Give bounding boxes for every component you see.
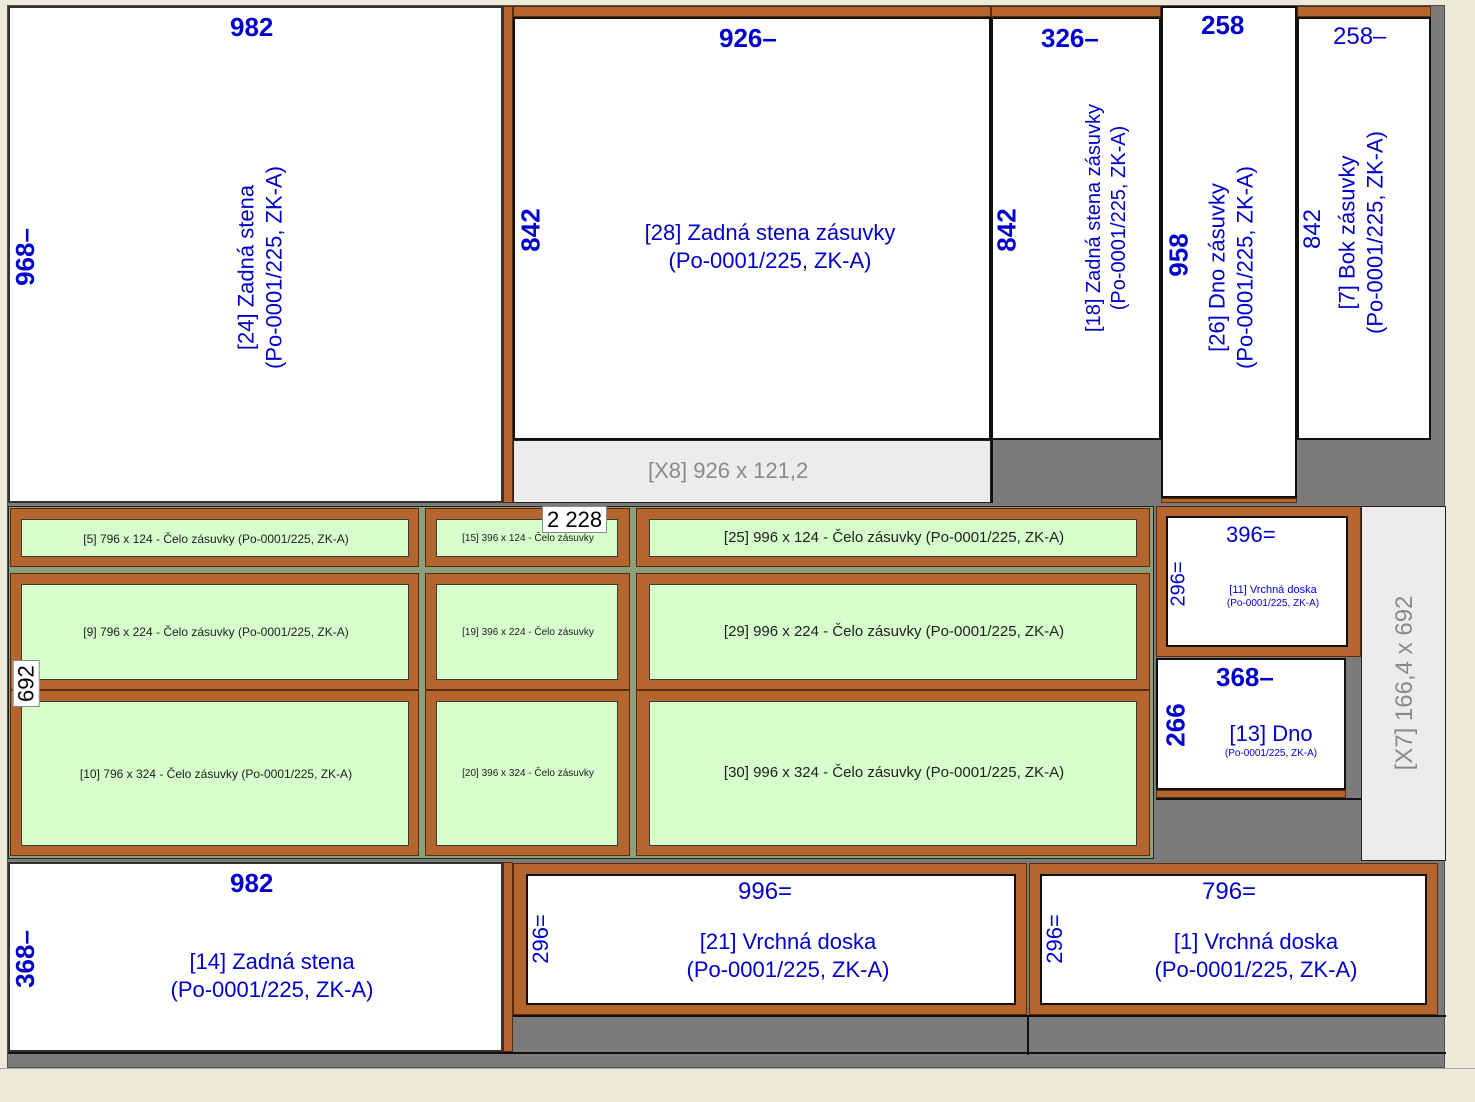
front-10[interactable]: [10] 796 x 324 - Čelo zásuvky (Po-0001/2… xyxy=(21,701,409,846)
part-24-title: [24] Zadná stena xyxy=(233,184,259,351)
part-18[interactable]: 326– 842 [18] Zadná stena zásuvky (Po-00… xyxy=(991,17,1161,440)
part-14-width-dim: 982 xyxy=(230,868,274,898)
part-21-material: (Po-0001/225, ZK-A) xyxy=(686,956,890,982)
fronts-height-tag: 692 xyxy=(12,660,41,708)
part-11-width-dim: 396= xyxy=(1226,522,1276,547)
front-25-label: [25] 996 x 124 - Čelo zásuvky (Po-0001/2… xyxy=(723,529,1065,546)
cut-line xyxy=(991,440,993,503)
part-28-title: [28] Zadná stena zásuvky xyxy=(644,220,896,245)
cut-line xyxy=(1156,798,1361,800)
part-13[interactable]: 368– 266 [13] Dno (Po-0001/225, ZK-A) xyxy=(1156,658,1346,790)
part-28[interactable]: 926– 842 [28] Zadná stena zásuvky (Po-00… xyxy=(513,17,991,440)
front-30[interactable]: [30] 996 x 324 - Čelo zásuvky (Po-0001/2… xyxy=(649,701,1137,846)
part-26-height-dim: 958 xyxy=(1163,233,1194,277)
part-13-width-dim: 368– xyxy=(1216,662,1274,692)
part-7-title: [7] Bok zásuvky xyxy=(1334,155,1360,310)
edge-band xyxy=(1297,6,1431,17)
part-13-label: [13] Dno (Po-0001/225, ZK-A) xyxy=(1196,720,1344,760)
front-20[interactable]: [20] 396 x 324 - Čelo zásuvky xyxy=(436,701,618,846)
part-28-material: (Po-0001/225, ZK-A) xyxy=(668,247,872,273)
part-1-width-dim: 796= xyxy=(1202,878,1257,905)
part-7-label: [7] Bok zásuvky (Po-0001/225, ZK-A) xyxy=(1334,83,1389,383)
part-7-height-dim: 842 xyxy=(1299,208,1327,250)
part-24-material: (Po-0001/225, ZK-A) xyxy=(261,166,286,369)
part-14-height-dim: 368– xyxy=(9,930,40,988)
cut-line xyxy=(513,1015,1446,1017)
part-11-title: [11] Vrchná doska xyxy=(1229,584,1317,596)
waste-x8: [X8] 926 x 121,2 xyxy=(513,440,991,503)
part-26-width-dim: 258 xyxy=(1201,10,1245,40)
part-24-width-dim: 982 xyxy=(230,12,274,42)
part-13-material: (Po-0001/225, ZK-A) xyxy=(1224,747,1318,759)
cut-line xyxy=(1027,1015,1029,1055)
fronts-width-tag: 2 228 xyxy=(542,506,608,534)
part-1[interactable]: 796= 296= [1] Vrchná doska (Po-0001/225,… xyxy=(1040,874,1427,1005)
waste-x7: [X7] 166,4 x 692 xyxy=(1361,506,1446,861)
edge-band xyxy=(991,6,1161,17)
front-19-label: [19] 396 x 224 - Čelo zásuvky xyxy=(462,627,594,638)
edge-band xyxy=(1156,790,1346,798)
part-21-width-dim: 996= xyxy=(738,878,793,905)
part-11[interactable]: 396= 296= [11] Vrchná doska (Po-0001/225… xyxy=(1166,516,1348,647)
front-19[interactable]: [19] 396 x 224 - Čelo zásuvky xyxy=(436,584,618,680)
cutting-sheet: 982 968– [24] Zadná stena (Po-0001/225, … xyxy=(7,5,1446,1068)
part-11-material: (Po-0001/225, ZK-A) xyxy=(1226,597,1320,609)
front-25[interactable]: [25] 996 x 124 - Čelo zásuvky (Po-0001/2… xyxy=(649,519,1137,557)
front-20-label: [20] 396 x 324 - Čelo zásuvky xyxy=(462,768,594,779)
part-14-title: [14] Zadná stena xyxy=(189,949,355,974)
front-9-label: [9] 796 x 224 - Čelo zásuvky (Po-0001/22… xyxy=(83,625,349,639)
part-24-label: [24] Zadná stena (Po-0001/225, ZK-A) xyxy=(233,118,288,418)
part-11-height-dim: 296= xyxy=(1167,561,1190,607)
part-18-height-dim: 842 xyxy=(991,208,1022,252)
part-7-material: (Po-0001/225, ZK-A) xyxy=(1362,131,1387,334)
front-5[interactable]: [5] 796 x 124 - Čelo zásuvky (Po-0001/22… xyxy=(21,519,409,557)
part-24[interactable]: 982 968– [24] Zadná stena (Po-0001/225, … xyxy=(8,6,503,503)
part-1-label: [1] Vrchná doska (Po-0001/225, ZK-A) xyxy=(1056,928,1425,983)
part-1-title: [1] Vrchná doska xyxy=(1173,929,1339,954)
front-5-label: [5] 796 x 124 - Čelo zásuvky (Po-0001/22… xyxy=(83,532,349,546)
front-15-label: [15] 396 x 124 - Čelo zásuvky xyxy=(462,533,594,544)
part-14-label: [14] Zadná stena (Po-0001/225, ZK-A) xyxy=(82,948,462,1003)
part-18-title: [18] Zadná stena zásuvky xyxy=(1083,104,1105,332)
waste-x7-label: [X7] 166,4 x 692 xyxy=(1391,595,1418,771)
part-21[interactable]: 996= 296= [21] Vrchná doska (Po-0001/225… xyxy=(526,874,1016,1005)
waste-x8-label: [X8] 926 x 121,2 xyxy=(648,458,809,483)
part-21-height-dim: 296= xyxy=(527,914,553,964)
part-14[interactable]: 982 368– [14] Zadná stena (Po-0001/225, … xyxy=(8,862,503,1052)
window-bottom-strip xyxy=(0,1068,1475,1102)
front-9[interactable]: [9] 796 x 224 - Čelo zásuvky (Po-0001/22… xyxy=(21,584,409,680)
part-14-material: (Po-0001/225, ZK-A) xyxy=(170,976,374,1002)
part-11-label: [11] Vrchná doska (Po-0001/225, ZK-A) xyxy=(1198,584,1346,610)
part-21-title: [21] Vrchná doska xyxy=(699,929,877,954)
part-18-label: [18] Zadná stena zásuvky (Po-0001/225, Z… xyxy=(1082,68,1132,368)
front-30-label: [30] 996 x 324 - Čelo zásuvky (Po-0001/2… xyxy=(723,764,1065,781)
fronts-group: [5] 796 x 124 - Čelo zásuvky (Po-0001/22… xyxy=(8,506,1154,859)
part-18-width-dim: 326– xyxy=(1041,23,1099,53)
cut-line xyxy=(8,1052,1446,1054)
part-26[interactable]: 258 958 [26] Dno zásuvky (Po-0001/225, Z… xyxy=(1161,6,1297,498)
part-13-title: [13] Dno xyxy=(1229,721,1313,746)
part-18-material: (Po-0001/225, ZK-A) xyxy=(1108,125,1130,311)
part-28-label: [28] Zadná stena zásuvky (Po-0001/225, Z… xyxy=(575,219,965,274)
part-21-label: [21] Vrchná doska (Po-0001/225, ZK-A) xyxy=(588,928,988,983)
edge-band xyxy=(503,6,513,503)
edge-band xyxy=(513,6,991,17)
part-7-width-dim: 258– xyxy=(1333,23,1387,50)
part-13-height-dim: 266 xyxy=(1160,703,1191,747)
front-29[interactable]: [29] 996 x 224 - Čelo zásuvky (Po-0001/2… xyxy=(649,584,1137,680)
edge-band xyxy=(503,862,513,1052)
part-7[interactable]: 258– 842 [7] Bok zásuvky (Po-0001/225, Z… xyxy=(1297,17,1431,440)
part-26-label: [26] Dno zásuvky (Po-0001/225, ZK-A) xyxy=(1204,118,1259,418)
front-29-label: [29] 996 x 224 - Čelo zásuvky (Po-0001/2… xyxy=(723,623,1065,640)
part-26-material: (Po-0001/225, ZK-A) xyxy=(1232,166,1257,369)
edge-band xyxy=(1161,498,1297,503)
part-24-height-dim: 968– xyxy=(9,228,40,286)
window-right-margin xyxy=(1446,0,1475,1068)
part-28-height-dim: 842 xyxy=(515,208,546,252)
part-26-title: [26] Dno zásuvky xyxy=(1204,183,1230,352)
front-10-label: [10] 796 x 324 - Čelo zásuvky (Po-0001/2… xyxy=(79,767,353,781)
part-28-width-dim: 926– xyxy=(719,23,777,53)
part-1-material: (Po-0001/225, ZK-A) xyxy=(1154,956,1358,982)
